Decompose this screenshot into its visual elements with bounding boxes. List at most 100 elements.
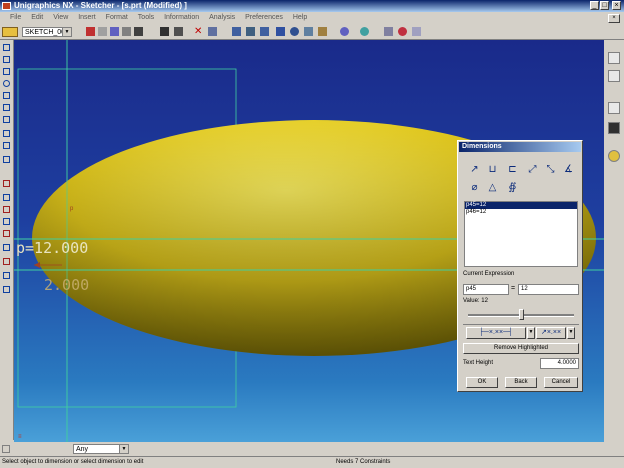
chevron-down-icon[interactable]: ▼ — [567, 327, 575, 339]
vertical-dimension-icon[interactable]: ⊏ — [506, 163, 519, 176]
arc-icon[interactable] — [3, 68, 10, 75]
layer-icon[interactable] — [384, 27, 393, 36]
pan-icon[interactable] — [260, 27, 269, 36]
reattach-icon[interactable] — [98, 27, 107, 36]
dimension-label-1[interactable]: p=12.000 — [16, 239, 88, 257]
dimension-arrow — [34, 262, 40, 268]
maximize-button[interactable]: □ — [600, 1, 609, 10]
sketch-name-combo[interactable]: SKETCH_000 ▼ — [22, 27, 72, 37]
finish-sketch-icon[interactable] — [2, 27, 18, 37]
menu-tools[interactable]: Tools — [134, 12, 158, 21]
menu-edit[interactable]: Edit — [27, 12, 47, 21]
dimension-label-2[interactable]: 2.000 — [44, 276, 89, 294]
value-slider-thumb[interactable] — [518, 309, 524, 320]
zoom-icon[interactable] — [246, 27, 255, 36]
reuse-library-icon[interactable] — [608, 122, 620, 134]
placement-style-button[interactable]: ↗×.×× — [536, 327, 566, 339]
selection-filter-value: Any — [76, 446, 89, 453]
fillet-icon[interactable] — [3, 92, 10, 99]
expression-value-field[interactable]: 12 — [518, 284, 579, 295]
dimension-icon[interactable] — [3, 180, 10, 187]
line-icon[interactable] — [3, 56, 10, 63]
list-item[interactable]: p45=12 — [465, 202, 577, 209]
status-bar: Select object to dimension or select dim… — [0, 456, 624, 468]
menu-information[interactable]: Information — [160, 12, 203, 21]
cut-icon[interactable]: ✕ — [194, 27, 203, 37]
color-icon[interactable] — [398, 27, 407, 36]
view-sketch-icon[interactable] — [122, 27, 131, 36]
dimension-list[interactable]: p45=12 p46=12 — [464, 201, 578, 267]
minimize-button[interactable]: _ — [590, 1, 599, 10]
chevron-down-icon[interactable]: ▼ — [119, 445, 128, 453]
menu-file[interactable]: File — [6, 12, 25, 21]
menu-insert[interactable]: Insert — [74, 12, 100, 21]
rotate-icon[interactable] — [290, 27, 299, 36]
cancel-button[interactable]: Cancel — [544, 377, 578, 388]
menu-help[interactable]: Help — [289, 12, 311, 21]
csys-marker: ≡ — [18, 434, 22, 440]
constraint-icon[interactable] — [3, 194, 10, 201]
web-browser-icon[interactable] — [608, 150, 620, 162]
menu-analysis[interactable]: Analysis — [205, 12, 239, 21]
radius-dimension-icon[interactable]: △ — [486, 181, 499, 194]
selection-filter-combo[interactable]: Any ▼ — [73, 444, 129, 454]
menu-preferences[interactable]: Preferences — [241, 12, 287, 21]
refresh-icon[interactable] — [304, 27, 313, 36]
edit-curve-icon[interactable] — [3, 272, 10, 279]
menu-view[interactable]: View — [49, 12, 72, 21]
undo-icon[interactable] — [208, 27, 217, 36]
spline-icon[interactable] — [3, 116, 10, 123]
menu-bar: File Edit View Insert Format Tools Infor… — [0, 12, 624, 24]
add-curve-icon[interactable] — [3, 286, 10, 293]
inferred-dimension-icon[interactable]: ↗ — [468, 163, 481, 176]
alternate-solution-icon[interactable] — [3, 230, 10, 237]
zoom-in-icon[interactable] — [276, 27, 285, 36]
text-height-field[interactable]: 4.0000 — [540, 358, 579, 369]
diameter-dimension-icon[interactable]: ⌀ — [468, 181, 481, 194]
chevron-down-icon[interactable]: ▼ — [527, 327, 535, 339]
save-icon[interactable] — [160, 27, 169, 36]
offset-curve-icon[interactable] — [3, 244, 10, 251]
corner-icon[interactable] — [3, 156, 10, 163]
print-icon[interactable] — [174, 27, 183, 36]
extend-icon[interactable] — [3, 142, 10, 149]
perpendicular-dimension-icon[interactable]: ⤡ — [544, 163, 557, 176]
show-constraints-icon[interactable] — [3, 206, 10, 213]
fit-view-icon[interactable] — [232, 27, 241, 36]
snap-icon[interactable] — [2, 445, 10, 453]
list-item[interactable]: p46=12 — [465, 209, 577, 216]
sketch-settings-icon[interactable] — [134, 27, 143, 36]
back-button[interactable]: Back — [505, 377, 537, 388]
ok-button[interactable]: OK — [466, 377, 498, 388]
assembly-navigator-icon[interactable] — [608, 52, 620, 64]
rectangle-icon[interactable] — [3, 104, 10, 111]
part-navigator-icon[interactable] — [608, 70, 620, 82]
horizontal-dimension-icon[interactable]: ⊔ — [486, 163, 499, 176]
mirror-icon[interactable] — [3, 258, 10, 265]
dimension-style-button[interactable]: ├─×.××─┤ — [466, 327, 526, 339]
document-close-button[interactable]: × — [608, 14, 620, 23]
shaded-icon[interactable] — [360, 27, 369, 36]
render-icon[interactable] — [318, 27, 327, 36]
value-label: Value: 12 — [463, 298, 488, 304]
dialog-title: Dimensions — [459, 142, 581, 152]
sketch-tools-palette — [0, 40, 14, 440]
close-button[interactable]: × — [612, 1, 621, 10]
convert-reference-icon[interactable] — [3, 218, 10, 225]
menu-format[interactable]: Format — [102, 12, 132, 21]
sketch-constraint-icon[interactable] — [86, 27, 95, 36]
update-model-icon[interactable] — [110, 27, 119, 36]
expression-name-field[interactable]: p45 — [463, 284, 509, 295]
profile-icon[interactable] — [3, 44, 10, 51]
display-icon[interactable] — [412, 27, 421, 36]
history-icon[interactable] — [608, 102, 620, 114]
parallel-dimension-icon[interactable]: ⤢ — [526, 163, 539, 176]
remove-highlighted-button[interactable]: Remove Highlighted — [463, 343, 579, 354]
angular-dimension-icon[interactable]: ∡ — [562, 163, 575, 176]
constraint-status: Needs 7 Constraints — [336, 459, 391, 465]
perimeter-dimension-icon[interactable]: ∯ — [506, 181, 519, 194]
orient-view-icon[interactable] — [340, 27, 349, 36]
circle-icon[interactable] — [3, 80, 10, 87]
chevron-down-icon[interactable]: ▼ — [62, 28, 71, 36]
trim-icon[interactable] — [3, 130, 10, 137]
